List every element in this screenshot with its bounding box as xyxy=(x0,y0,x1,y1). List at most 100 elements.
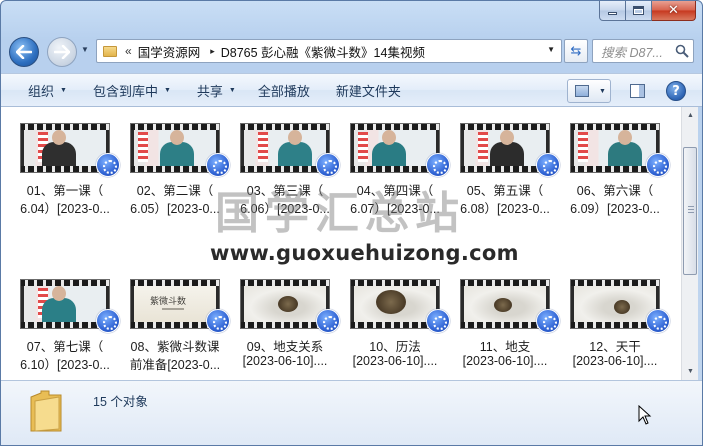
grip-line xyxy=(688,206,694,207)
breadcrumb-item[interactable]: 国学资源网 xyxy=(138,42,201,61)
media-player-icon xyxy=(206,153,230,177)
search-input[interactable]: 搜索 D87... xyxy=(592,39,694,63)
bookshelf xyxy=(578,132,588,162)
forward-arrow-icon xyxy=(54,45,70,59)
media-player-icon xyxy=(316,309,340,333)
file-name-line2: 6.04）[2023-0... xyxy=(20,202,110,216)
bookshelf xyxy=(478,132,488,162)
file-name-line1: 02、第二课（ xyxy=(136,184,214,198)
grip-line xyxy=(688,212,694,213)
scrollbar-thumb[interactable] xyxy=(683,147,697,275)
caption-buttons: ✕ xyxy=(599,1,696,21)
organize-label: 组织 xyxy=(28,83,55,99)
video-frame xyxy=(354,130,436,166)
breadcrumb-item-current[interactable]: D8765 彭心融《紫微斗数》14集视频 xyxy=(221,42,425,61)
search-icon[interactable] xyxy=(675,44,689,58)
refresh-button[interactable]: ⇆ xyxy=(564,39,588,63)
lecturer-head xyxy=(500,130,514,145)
share-menu[interactable]: 共享 ▼ xyxy=(197,74,236,106)
recent-pages-dropdown-icon[interactable]: ▼ xyxy=(81,45,91,57)
help-button[interactable]: ? xyxy=(666,81,686,101)
play-all-button[interactable]: 全部播放 xyxy=(258,74,310,106)
close-button[interactable]: ✕ xyxy=(652,1,696,21)
command-bar: 组织 ▼ 包含到库中 ▼ 共享 ▼ 全部播放 新建文件夹 ▼ ? xyxy=(1,73,702,107)
scroll-down-icon[interactable]: ▼ xyxy=(682,363,699,380)
video-frame xyxy=(24,130,106,166)
change-view-button[interactable]: ▼ xyxy=(567,79,611,103)
include-in-library-menu[interactable]: 包含到库中 ▼ xyxy=(93,74,171,106)
media-player-icon xyxy=(206,309,230,333)
vertical-scrollbar[interactable]: ▲ ▼ xyxy=(681,107,698,380)
ink-blot xyxy=(278,296,298,312)
breadcrumb-overflow[interactable]: « xyxy=(125,44,132,58)
lecturer xyxy=(42,298,76,322)
thumbnail-subtitle-line xyxy=(162,308,184,310)
minimize-icon xyxy=(608,12,617,15)
lecturer-head xyxy=(170,130,184,145)
details-pane: 15 个对象 xyxy=(1,380,702,445)
chevron-down-icon: ▼ xyxy=(163,86,171,94)
media-player-icon xyxy=(536,309,560,333)
lecturer xyxy=(608,142,642,166)
video-frame xyxy=(24,286,106,322)
video-frame xyxy=(244,286,326,322)
media-player-icon xyxy=(316,153,340,177)
ink-blot xyxy=(494,298,512,312)
video-frame xyxy=(244,130,326,166)
preview-pane-icon[interactable] xyxy=(630,84,645,98)
file-name-line1: 06、第六课（ xyxy=(576,184,654,198)
explorer-window: ✕ ▼ « 国学资源网 ▸ D8765 彭心融《紫微斗数》14集视频 ▼ ⇆ 搜… xyxy=(0,0,703,446)
maximize-button[interactable] xyxy=(626,1,652,21)
share-label: 共享 xyxy=(196,83,223,99)
folder-icon xyxy=(30,390,62,432)
video-frame xyxy=(134,130,216,166)
breadcrumb-separator-icon[interactable]: ▸ xyxy=(210,46,215,57)
media-player-icon xyxy=(536,153,560,177)
item-count: 15 个对象 xyxy=(93,395,148,409)
file-name-line2: 6.10）[2023-0... xyxy=(20,358,110,372)
back-arrow-icon xyxy=(16,45,32,59)
folder-icon xyxy=(103,45,117,57)
bookshelf xyxy=(138,132,148,162)
play-all-label: 全部播放 xyxy=(257,83,310,99)
lecturer-head xyxy=(52,130,66,145)
file-name-line2: 前准备[2023-0... xyxy=(129,358,221,372)
file-name-line2: 6.09）[2023-0... xyxy=(570,202,660,216)
new-folder-label: 新建文件夹 xyxy=(335,83,401,99)
refresh-icon: ⇆ xyxy=(570,43,582,59)
organize-menu[interactable]: 组织 ▼ xyxy=(28,74,67,106)
back-button[interactable] xyxy=(9,37,39,67)
file-name-line2: [2023-06-10].... xyxy=(462,354,548,368)
file-name-line1: 12、天干 xyxy=(589,340,641,354)
ink-blot xyxy=(376,290,406,314)
bookshelf xyxy=(358,132,368,162)
video-frame xyxy=(464,130,546,166)
lecturer xyxy=(42,142,76,166)
lecturer-head xyxy=(618,130,632,145)
lecturer-head xyxy=(288,130,302,145)
forward-button[interactable] xyxy=(47,37,77,67)
media-player-icon xyxy=(646,153,670,177)
file-name-line1: 01、第一课（ xyxy=(26,184,104,198)
lecturer xyxy=(278,142,312,166)
scroll-up-icon[interactable]: ▲ xyxy=(682,107,699,124)
view-icon xyxy=(575,85,589,97)
file-name-line2: [2023-06-10].... xyxy=(352,354,438,368)
watermark-url: www.guoxuehuizong.com xyxy=(210,241,519,265)
file-name-line1: 05、第五课（ xyxy=(466,184,544,198)
minimize-button[interactable] xyxy=(599,1,626,21)
bookshelf xyxy=(258,132,268,162)
search-placeholder: 搜索 D87... xyxy=(601,45,663,60)
media-player-icon xyxy=(96,309,120,333)
new-folder-button[interactable]: 新建文件夹 xyxy=(336,74,401,106)
media-player-icon xyxy=(426,309,450,333)
address-bar[interactable]: « 国学资源网 ▸ D8765 彭心融《紫微斗数》14集视频 ▼ xyxy=(96,39,562,63)
file-name-line1: 10、历法 xyxy=(369,340,421,354)
lecturer xyxy=(372,142,406,166)
video-frame xyxy=(464,286,546,322)
file-name-line1: 08、紫微斗数课 xyxy=(130,340,220,354)
maximize-icon xyxy=(633,6,644,15)
lecturer-head xyxy=(382,130,396,145)
chevron-down-icon: ▼ xyxy=(228,86,236,94)
address-history-dropdown-icon[interactable]: ▼ xyxy=(547,45,555,54)
